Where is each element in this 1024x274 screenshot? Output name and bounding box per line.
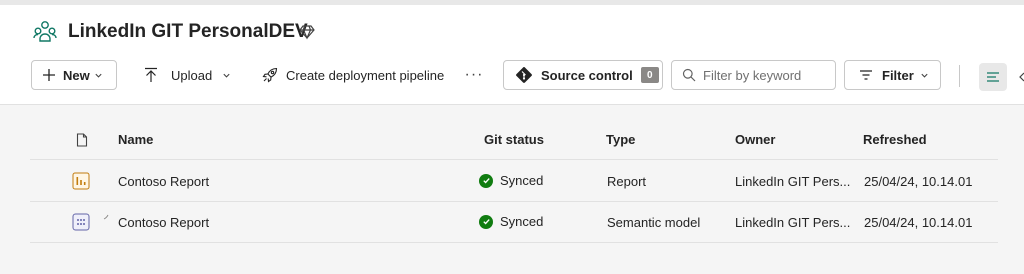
row-divider bbox=[30, 242, 998, 243]
git-icon bbox=[516, 67, 532, 83]
column-header-name[interactable]: Name bbox=[118, 132, 153, 147]
row-type: Semantic model bbox=[607, 215, 701, 230]
create-deployment-pipeline-button[interactable]: Create deployment pipeline bbox=[262, 60, 452, 90]
file-type-column-icon bbox=[76, 133, 88, 147]
column-header-refreshed[interactable]: Refreshed bbox=[863, 132, 927, 147]
git-status-text: Synced bbox=[500, 173, 544, 188]
row-owner: LinkedIn GIT Pers... bbox=[735, 215, 851, 230]
row-owner: LinkedIn GIT Pers... bbox=[735, 174, 851, 189]
toolbar-divider bbox=[959, 65, 960, 87]
list-view-icon bbox=[987, 72, 999, 82]
workspace-icon bbox=[33, 21, 57, 42]
chevron-down-icon bbox=[921, 73, 928, 78]
chevron-down-icon bbox=[95, 73, 102, 78]
row-name[interactable]: Contoso Report bbox=[118, 174, 209, 189]
row-type: Report bbox=[607, 174, 647, 189]
source-control-label: Source control bbox=[541, 67, 633, 83]
synced-check-icon bbox=[479, 173, 493, 188]
premium-diamond-icon[interactable] bbox=[299, 24, 315, 40]
filter-keyword-search[interactable] bbox=[671, 60, 836, 90]
workspace-title: LinkedIn GIT PersonalDEV bbox=[68, 21, 308, 42]
filter-lines-icon bbox=[860, 70, 872, 80]
source-control-count-badge: 0 bbox=[640, 67, 659, 83]
row-divider bbox=[30, 201, 998, 202]
row-divider bbox=[30, 159, 998, 160]
search-icon bbox=[682, 68, 696, 82]
filter-button[interactable]: Filter bbox=[844, 60, 941, 90]
synced-check-icon bbox=[479, 214, 493, 229]
more-options-button[interactable]: ··· bbox=[465, 60, 483, 90]
view-options-chevron-icon[interactable] bbox=[1016, 71, 1024, 83]
column-header-type[interactable]: Type bbox=[606, 132, 635, 147]
filter-button-label: Filter bbox=[882, 67, 914, 83]
git-status-text: Synced bbox=[500, 214, 544, 229]
create-deployment-pipeline-label: Create deployment pipeline bbox=[286, 67, 445, 83]
upload-arrow-icon bbox=[145, 67, 157, 82]
column-header-git-status[interactable]: Git status bbox=[484, 132, 544, 147]
link-indicator-icon bbox=[103, 214, 109, 220]
filter-keyword-input[interactable] bbox=[703, 67, 828, 83]
row-name[interactable]: Contoso Report bbox=[118, 215, 209, 230]
plus-icon bbox=[43, 69, 55, 81]
git-status-cell: Synced bbox=[479, 173, 543, 188]
new-button[interactable]: New bbox=[31, 60, 117, 90]
source-control-button[interactable]: Source control 0 bbox=[503, 60, 663, 90]
git-status-cell: Synced bbox=[479, 214, 543, 229]
upload-button-label: Upload bbox=[171, 67, 213, 83]
upload-button[interactable]: Upload bbox=[143, 60, 241, 90]
column-header-owner[interactable]: Owner bbox=[735, 132, 775, 147]
row-refreshed: 25/04/24, 10.14.01 bbox=[864, 215, 973, 230]
workspace-header: LinkedIn GIT PersonalDEV New Upload Crea… bbox=[0, 5, 1024, 105]
semantic-model-icon bbox=[72, 213, 90, 231]
row-refreshed: 25/04/24, 10.14.01 bbox=[864, 174, 973, 189]
chevron-down-icon bbox=[223, 73, 230, 78]
new-button-label: New bbox=[63, 67, 90, 83]
items-table: Name Git status Type Owner Refreshed Con… bbox=[0, 106, 1024, 274]
rocket-icon bbox=[262, 67, 278, 83]
report-icon bbox=[72, 172, 90, 190]
list-view-button[interactable] bbox=[979, 63, 1007, 91]
